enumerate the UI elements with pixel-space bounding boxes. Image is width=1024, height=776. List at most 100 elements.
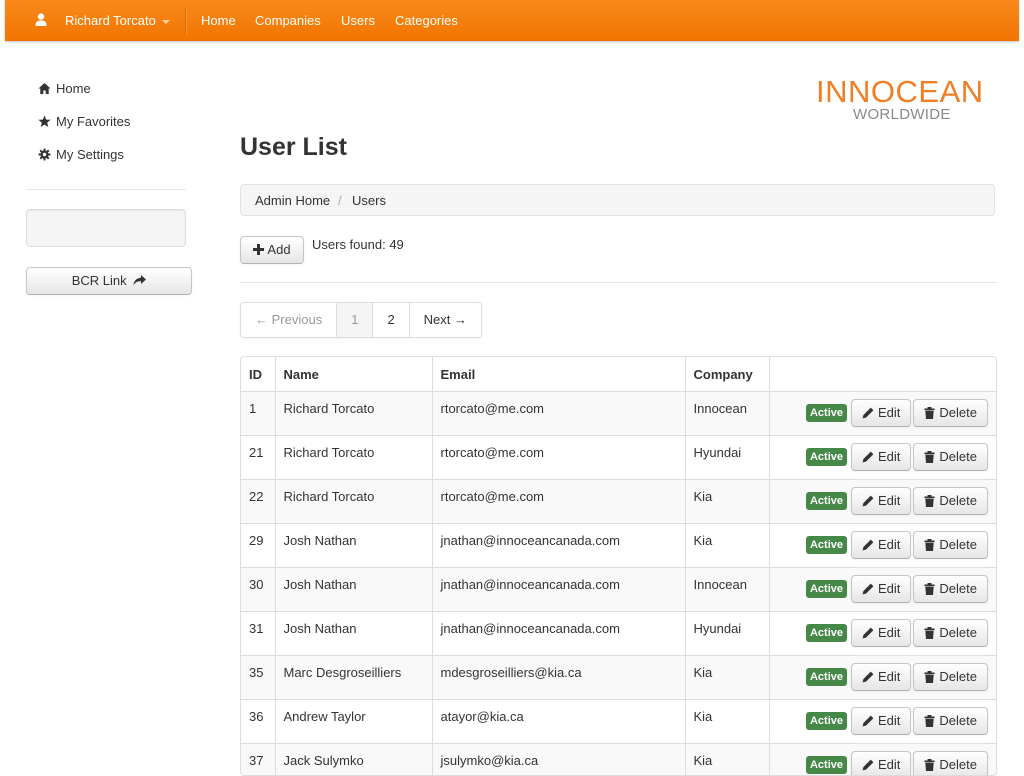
cell-id: 37 <box>241 744 275 776</box>
bcr-link-label: BCR Link <box>72 273 127 288</box>
trash-icon <box>924 759 935 771</box>
cell-company: Kia <box>685 700 769 744</box>
cell-email: jnathan@innoceancanada.com <box>432 612 685 656</box>
status-badge: Active <box>806 492 847 510</box>
cell-actions: ActiveEditDelete <box>769 656 996 700</box>
trash-icon <box>924 495 935 507</box>
delete-button[interactable]: Delete <box>913 443 988 471</box>
trash-icon <box>924 407 935 419</box>
cell-company: Innocean <box>685 568 769 612</box>
bcr-link-button[interactable]: BCR Link <box>26 267 192 295</box>
edit-button-label: Edit <box>878 757 900 772</box>
pencil-icon <box>862 715 874 727</box>
edit-button-label: Edit <box>878 537 900 552</box>
sidebar-item-home[interactable]: Home <box>38 80 91 98</box>
pagination-page-2[interactable]: 2 <box>372 303 408 337</box>
cell-company: Kia <box>685 744 769 776</box>
edit-button[interactable]: Edit <box>851 707 911 735</box>
column-header-company: Company <box>685 357 769 392</box>
column-header-id: ID <box>241 357 275 392</box>
edit-button[interactable]: Edit <box>851 619 911 647</box>
table-row: 1 Richard Torcato rtorcato@me.com Innoce… <box>241 392 996 436</box>
trash-icon <box>924 715 935 727</box>
innocean-logo-wordmark: INNOCEAN <box>816 74 984 110</box>
delete-button[interactable]: Delete <box>913 707 988 735</box>
caret-down-icon <box>162 20 170 24</box>
nav-link-companies[interactable]: Companies <box>255 0 321 41</box>
cell-name: Josh Nathan <box>275 612 432 656</box>
edit-button[interactable]: Edit <box>851 487 911 515</box>
status-badge: Active <box>806 668 847 686</box>
nav-link-categories[interactable]: Categories <box>395 0 458 41</box>
pencil-icon <box>862 539 874 551</box>
users-table-container: ID Name Email Company 1 Richard Torcato … <box>240 356 997 776</box>
status-badge: Active <box>806 536 847 554</box>
delete-button-label: Delete <box>939 493 977 508</box>
cell-actions: Active Edit Delete <box>769 744 996 776</box>
column-header-actions <box>769 357 996 392</box>
cell-company: Hyundai <box>685 436 769 480</box>
trash-icon <box>924 583 935 595</box>
sidebar-item-settings[interactable]: My Settings <box>38 146 124 164</box>
table-row: 29 Josh Nathan jnathan@innoceancanada.co… <box>241 524 996 568</box>
cell-name: Richard Torcato <box>275 436 432 480</box>
delete-button-label: Delete <box>939 713 977 728</box>
user-icon <box>35 0 49 41</box>
nav-link-users[interactable]: Users <box>341 0 375 41</box>
user-menu-dropdown[interactable]: Richard Torcato <box>65 0 170 41</box>
cog-icon <box>38 148 51 161</box>
edit-button[interactable]: Edit <box>851 399 911 427</box>
delete-button[interactable]: Delete <box>913 663 988 691</box>
top-navbar: Richard Torcato Home Companies Users Cat… <box>5 0 1019 41</box>
edit-button[interactable]: Edit <box>851 663 911 691</box>
cell-company: Kia <box>685 656 769 700</box>
delete-button[interactable]: Delete <box>913 399 988 427</box>
delete-button[interactable]: Delete <box>913 619 988 647</box>
cell-id: 36 <box>241 700 275 744</box>
trash-icon <box>924 539 935 551</box>
cell-actions: ActiveEdit Delete <box>769 480 996 524</box>
status-badge: Active <box>806 624 847 642</box>
sidebar-item-favorites[interactable]: My Favorites <box>38 113 130 131</box>
cell-id: 22 <box>241 480 275 524</box>
users-found-count: Users found: 49 <box>312 237 404 252</box>
breadcrumb-admin-home[interactable]: Admin Home <box>255 185 330 216</box>
users-table: ID Name Email Company 1 Richard Torcato … <box>241 357 996 776</box>
cell-id: 35 <box>241 656 275 700</box>
edit-button[interactable]: Edit <box>851 575 911 603</box>
add-user-button[interactable]: Add <box>240 236 304 264</box>
cell-email: jnathan@innoceancanada.com <box>432 568 685 612</box>
pagination-previous[interactable]: ← Previous <box>241 303 336 337</box>
cell-email: rtorcato@me.com <box>432 480 685 524</box>
sidebar-divider <box>26 189 186 190</box>
status-badge: Active <box>806 756 847 774</box>
delete-button[interactable]: Delete <box>913 531 988 559</box>
delete-button[interactable]: Delete <box>913 751 988 776</box>
cell-actions: ActiveEditDelete <box>769 612 996 656</box>
delete-button-label: Delete <box>939 537 977 552</box>
pagination-page-1[interactable]: 1 <box>336 303 372 337</box>
pencil-icon <box>862 627 874 639</box>
nav-link-home[interactable]: Home <box>201 0 236 41</box>
cell-email: atayor@kia.ca <box>432 700 685 744</box>
pagination-next[interactable]: Next → <box>409 303 481 337</box>
column-header-name: Name <box>275 357 432 392</box>
edit-button[interactable]: Edit <box>851 443 911 471</box>
edit-button-label: Edit <box>878 405 900 420</box>
delete-button[interactable]: Delete <box>913 487 988 515</box>
delete-button[interactable]: Delete <box>913 575 988 603</box>
page-title: User List <box>240 133 347 162</box>
cell-name: Marc Desgroseilliers <box>275 656 432 700</box>
pencil-icon <box>862 451 874 463</box>
delete-button-label: Delete <box>939 405 977 420</box>
cell-id: 31 <box>241 612 275 656</box>
edit-button[interactable]: Edit <box>851 751 911 776</box>
cell-email: rtorcato@me.com <box>432 392 685 436</box>
edit-button[interactable]: Edit <box>851 531 911 559</box>
cell-actions: ActiveEdit Delete <box>769 700 996 744</box>
status-badge: Active <box>806 580 847 598</box>
status-badge: Active <box>806 712 847 730</box>
table-row: 35 Marc Desgroseilliers mdesgroseilliers… <box>241 656 996 700</box>
cell-id: 21 <box>241 436 275 480</box>
table-row: 22 Richard Torcato rtorcato@me.com Kia A… <box>241 480 996 524</box>
